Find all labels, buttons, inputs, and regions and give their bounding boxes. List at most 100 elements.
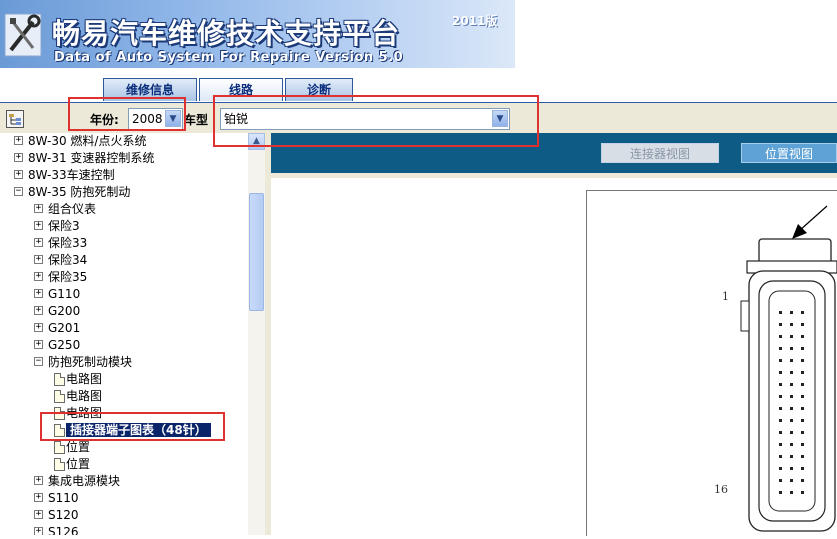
expand-icon[interactable]: + [34, 510, 43, 519]
tree-item-label: 防抱死制动模块 [48, 355, 133, 369]
connector-drawing [586, 190, 837, 536]
expand-icon[interactable]: + [34, 476, 43, 485]
expand-icon[interactable]: + [34, 272, 43, 281]
tree-item[interactable]: 位置 [54, 439, 90, 456]
connector-pin [779, 323, 782, 326]
connector-pin [801, 407, 804, 410]
tree-item-label: S110 [48, 491, 79, 505]
connector-pin [801, 395, 804, 398]
expand-icon[interactable]: + [34, 238, 43, 247]
expand-icon[interactable]: + [14, 153, 23, 162]
expand-icon[interactable]: + [34, 323, 43, 332]
tree-item[interactable]: + S120 [34, 507, 79, 524]
tree-item-label: 保险3 [48, 219, 80, 233]
expand-icon[interactable]: + [34, 493, 43, 502]
connector-pin [801, 455, 804, 458]
scrollbar-thumb[interactable] [249, 193, 264, 311]
document-icon [54, 458, 65, 471]
connector-view-button[interactable]: 连接器视图 [601, 143, 719, 163]
tree-item[interactable]: + G200 [34, 303, 80, 320]
tree-item[interactable]: −8W-35 防抱死制动 [14, 184, 130, 201]
tree-item[interactable]: − 防抱死制动模块 [34, 354, 132, 371]
connector-pin [801, 419, 804, 422]
connector-pin [801, 347, 804, 350]
expand-icon[interactable]: + [14, 136, 23, 145]
connector-pin [801, 371, 804, 374]
connector-pin [790, 491, 793, 494]
connector-pin [779, 335, 782, 338]
tree-item[interactable]: + 组合仪表 [34, 201, 96, 218]
tree-item[interactable]: + G201 [34, 320, 80, 337]
tree-item[interactable]: +8W-30 燃料/点火系统 [14, 133, 146, 150]
expand-icon[interactable]: + [34, 306, 43, 315]
collapse-icon[interactable]: − [34, 357, 43, 366]
tree-item-label: 电路图 [66, 389, 103, 403]
app-subtitle: Data of Auto System For Repaire Version … [54, 50, 404, 65]
tree-item[interactable]: + S126 [34, 524, 79, 535]
expand-icon[interactable]: + [34, 527, 43, 535]
expand-icon[interactable]: + [14, 170, 23, 179]
connector-pin [779, 371, 782, 374]
connector-pin [790, 431, 793, 434]
position-view-button[interactable]: 位置视图 [741, 143, 837, 163]
connector-pin [779, 419, 782, 422]
connector-pin [801, 467, 804, 470]
app-title: 畅易汽车维修技术支持平台 [52, 17, 401, 50]
connector-pin [779, 395, 782, 398]
connector-pin [779, 455, 782, 458]
connector-pin [779, 407, 782, 410]
expand-icon[interactable]: + [34, 340, 43, 349]
tree-item-label: G201 [48, 321, 81, 335]
tree-item[interactable]: + 保险34 [34, 252, 87, 269]
expand-icon[interactable]: + [34, 289, 43, 298]
expand-icon[interactable]: + [34, 221, 43, 230]
tree-toggle-icon[interactable] [6, 110, 24, 128]
tree-item-label: 8W-31 变速器控制系统 [28, 151, 155, 165]
tree-item[interactable]: + G110 [34, 286, 80, 303]
tree-item-label: G200 [48, 304, 81, 318]
connector-pin [790, 347, 793, 350]
tree-item-label: G250 [48, 338, 81, 352]
tree-item[interactable]: + 保险3 [34, 218, 80, 235]
tree-item-label: 位置 [66, 457, 91, 471]
tree-item-label: S120 [48, 508, 79, 522]
tree-item-label: 集成电源模块 [48, 474, 121, 488]
connector-pin [790, 479, 793, 482]
connector-pin [801, 359, 804, 362]
model-label: 车型 [184, 113, 209, 127]
connector-pin [779, 467, 782, 470]
tree-item[interactable]: + G250 [34, 337, 80, 354]
connector-pin [790, 419, 793, 422]
collapse-icon[interactable]: − [14, 187, 23, 196]
document-icon [54, 441, 65, 454]
tree-item[interactable]: +8W-33车速控制 [14, 167, 115, 184]
document-icon [54, 390, 65, 403]
tree-item[interactable]: 位置 [54, 456, 90, 473]
connector-pin [801, 431, 804, 434]
tree-item[interactable]: 电路图 [54, 371, 102, 388]
tree-item-label: 8W-30 燃料/点火系统 [28, 134, 147, 148]
app-banner: 畅易汽车维修技术支持平台 2011版 Data of Auto System F… [0, 0, 837, 78]
tools-icon [4, 13, 42, 57]
tree-item[interactable]: +8W-31 变速器控制系统 [14, 150, 154, 167]
connector-pin [801, 443, 804, 446]
expand-icon[interactable]: + [34, 204, 43, 213]
connector-pin [801, 311, 804, 314]
connector-pin [790, 443, 793, 446]
navigation-tree: +8W-30 燃料/点火系统 +8W-31 变速器控制系统 +8W-33车速控制… [0, 133, 248, 535]
connector-pin [801, 335, 804, 338]
tree-item[interactable]: + 保险35 [34, 269, 87, 286]
tree-item-label: 保险34 [48, 253, 88, 267]
connector-pin [801, 491, 804, 494]
tree-item[interactable]: + 保险33 [34, 235, 87, 252]
tree-item[interactable]: + 集成电源模块 [34, 473, 120, 490]
connector-pin [801, 479, 804, 482]
tree-item[interactable]: 电路图 [54, 388, 102, 405]
connector-pin [790, 323, 793, 326]
expand-icon[interactable]: + [34, 255, 43, 264]
tree-scrollbar[interactable]: ▲ [248, 133, 265, 535]
connector-pin [801, 383, 804, 386]
tree-item[interactable]: + S110 [34, 490, 79, 507]
version-badge: 2011版 [452, 14, 498, 28]
connector-pin [779, 311, 782, 314]
